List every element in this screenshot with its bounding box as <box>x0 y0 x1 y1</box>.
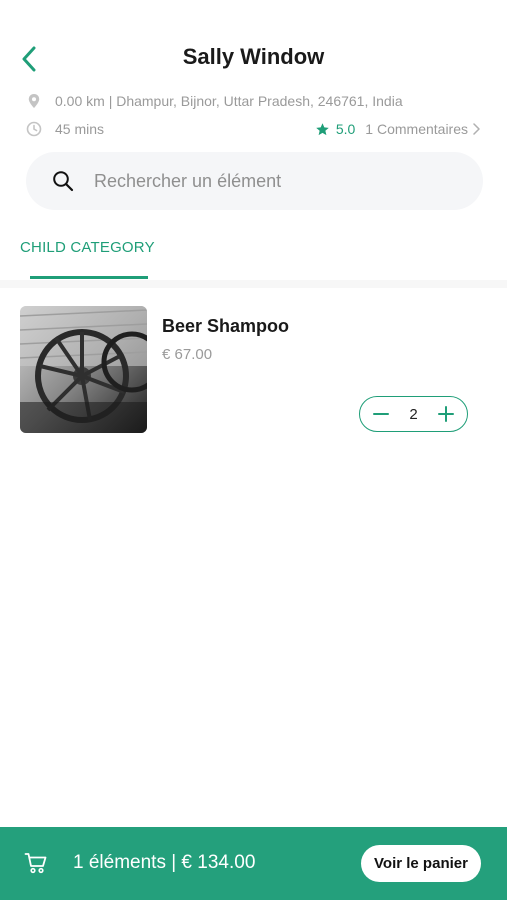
product-item[interactable]: Beer Shampoo € 67.00 2 <box>20 306 487 434</box>
search-icon <box>52 170 74 192</box>
rating: 5.0 <box>315 121 355 137</box>
divider <box>0 280 507 288</box>
chevron-right-icon <box>471 123 481 135</box>
cart-icon <box>24 851 48 875</box>
view-cart-button[interactable]: Voir le panier <box>361 845 481 882</box>
clock-icon <box>26 121 42 137</box>
quantity-stepper[interactable]: 2 <box>359 396 468 432</box>
product-image[interactable] <box>20 306 147 433</box>
address-row: 0.00 km | Dhampur, Bijnor, Uttar Pradesh… <box>26 91 481 111</box>
time-rating-row: 45 mins 5.0 1 Commentaires <box>26 119 481 139</box>
search-input[interactable] <box>94 170 434 192</box>
plus-icon[interactable] <box>437 405 455 423</box>
store-screen: Sally Window 0.00 km | Dhampur, Bijnor, … <box>0 0 507 900</box>
category-tabs: CHILD CATEGORY <box>0 232 507 280</box>
product-name: Beer Shampoo <box>162 316 290 336</box>
product-price: € 67.00 <box>162 346 213 363</box>
cart-summary: 1 éléments | € 134.00 <box>73 852 256 873</box>
quantity-value: 2 <box>409 405 418 423</box>
address-text: 0.00 km | Dhampur, Bijnor, Uttar Pradesh… <box>55 93 403 109</box>
location-pin-icon <box>26 93 42 109</box>
tab-child-category[interactable]: CHILD CATEGORY <box>20 239 155 256</box>
page-title: Sally Window <box>182 44 325 69</box>
reviews-label: 1 Commentaires <box>365 121 468 137</box>
rating-value: 5.0 <box>335 121 356 137</box>
delivery-time: 45 mins <box>55 121 105 137</box>
reviews-link[interactable]: 1 Commentaires <box>365 121 481 137</box>
active-tab-indicator <box>30 276 148 279</box>
star-icon <box>315 122 330 137</box>
cart-bar[interactable]: 1 éléments | € 134.00 Voir le panier <box>0 827 507 900</box>
search-bar[interactable] <box>26 152 483 210</box>
minus-icon[interactable] <box>372 405 390 423</box>
